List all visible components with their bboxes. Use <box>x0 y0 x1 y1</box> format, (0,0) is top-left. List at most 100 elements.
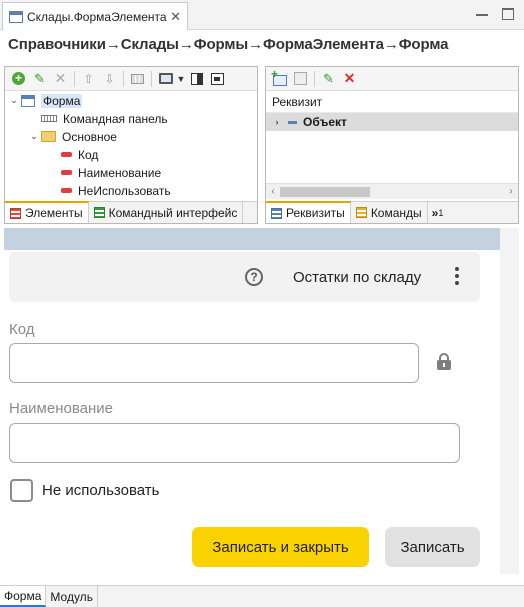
more-tabs-count: 1 <box>438 207 444 218</box>
elements-toolbar: + ✎ ✕ ⇧ ⇩ ▼ <box>5 67 257 91</box>
tab-module[interactable]: Модуль <box>46 586 98 607</box>
pencil-icon: ✎ <box>323 70 334 86</box>
edit-button[interactable]: ✎ <box>318 69 339 89</box>
toolbar-divider <box>314 70 315 87</box>
command-interface-icon <box>93 207 105 218</box>
tree-item-code[interactable]: Код <box>61 146 98 163</box>
tree-item-label: Командная панель <box>63 111 168 126</box>
chevron-down-icon[interactable]: ⌄ <box>29 131 39 142</box>
preview-vertical-scrollbar[interactable] <box>500 228 519 574</box>
tree-item-label: Основное <box>62 129 117 144</box>
command-panel-icon <box>41 115 57 122</box>
not-used-label[interactable]: Не использовать <box>42 482 159 499</box>
tree-item-form[interactable]: ⌄ Форма <box>9 92 83 109</box>
move-down-button[interactable]: ⇩ <box>99 69 120 89</box>
editor-tab-strip: Склады.ФормаЭлемента ✕ <box>0 0 524 30</box>
add-column-button[interactable] <box>269 67 290 89</box>
tab-form[interactable]: Форма <box>0 586 47 607</box>
preview-button[interactable] <box>155 69 176 89</box>
toolbar-divider <box>151 70 152 87</box>
tree-item-main-group[interactable]: ⌄ Основное <box>29 128 117 145</box>
tree-item-name[interactable]: Наименование <box>61 164 161 181</box>
delete-icon: ✕ <box>343 70 356 86</box>
requisites-panel: ✎ ✕ Реквизит › Объект ‹ › Реквизиты Кома… <box>265 66 519 224</box>
copy-button[interactable] <box>290 69 311 89</box>
requisites-toolbar: ✎ ✕ <box>266 67 518 91</box>
tree-item-not-used[interactable]: НеИспользовать <box>61 182 171 199</box>
layout-button[interactable] <box>186 69 207 89</box>
form-icon <box>21 94 35 107</box>
tab-label: Элементы <box>25 206 83 220</box>
delete-button[interactable]: ✕ <box>50 69 71 89</box>
close-icon[interactable]: ✕ <box>170 9 181 25</box>
elements-panel-tabs: Элементы Командный интерфейс <box>5 201 257 223</box>
form-preview: ? Остатки по складу Код Наименование Не … <box>4 228 500 574</box>
requisites-panel-tabs: Реквизиты Команды » 1 <box>266 201 518 223</box>
scroll-right-icon[interactable]: › <box>504 186 518 197</box>
tab-requisites[interactable]: Реквизиты <box>266 201 351 223</box>
chevron-right-icon[interactable]: › <box>272 117 282 127</box>
tab-title: Склады.ФормаЭлемента <box>27 9 167 24</box>
tree-item-command-panel[interactable]: Командная панель <box>41 110 168 127</box>
name-label: Наименование <box>9 400 113 417</box>
name-field[interactable] <box>9 423 460 463</box>
elements-tree: ⌄ Форма Командная панель ⌄ Основное Код … <box>5 91 257 200</box>
frame-icon <box>211 72 224 85</box>
lock-icon[interactable] <box>437 353 451 370</box>
more-menu-icon[interactable] <box>455 267 459 285</box>
arrow-down-icon: ⇩ <box>104 71 115 86</box>
save-button[interactable]: Записать <box>385 527 480 567</box>
elements-panel: + ✎ ✕ ⇧ ⇩ ▼ ⌄ Форма Командная панель ⌄ О… <box>4 66 258 224</box>
folder-icon <box>41 131 56 142</box>
more-tabs-icon: » <box>431 205 439 220</box>
copy-icon <box>294 72 307 85</box>
dropdown-arrow-icon: ▼ <box>176 73 186 84</box>
grid-button[interactable] <box>127 69 148 89</box>
tree-item-label: Наименование <box>78 165 162 180</box>
delete-icon: ✕ <box>54 70 67 86</box>
scrollbar-thumb[interactable] <box>280 186 370 197</box>
tab-sklady-form-element[interactable]: Склады.ФормаЭлемента ✕ <box>2 2 188 30</box>
tab-commands[interactable]: Команды <box>351 202 428 223</box>
preview-header-bar <box>4 228 500 250</box>
stock-by-warehouse-button[interactable]: Остатки по складу <box>293 269 421 286</box>
form-icon <box>9 10 23 23</box>
requisites-column-header: Реквизит <box>266 91 518 113</box>
preview-dropdown[interactable]: ▼ <box>176 69 186 89</box>
arrow-up-icon: ⇧ <box>83 71 94 86</box>
requisites-icon <box>271 207 282 219</box>
code-label: Код <box>9 321 35 338</box>
tab-command-interface[interactable]: Командный интерфейс <box>89 202 244 223</box>
add-column-icon <box>271 67 287 86</box>
elements-icon <box>10 207 21 219</box>
add-icon: + <box>12 72 25 85</box>
save-and-close-button[interactable]: Записать и закрыть <box>192 527 369 567</box>
chevron-down-icon[interactable]: ⌄ <box>9 95 19 106</box>
frame-button[interactable] <box>207 69 228 89</box>
scroll-left-icon[interactable]: ‹ <box>266 186 280 197</box>
tab-label: Команды <box>370 205 422 220</box>
pencil-icon: ✎ <box>34 70 45 86</box>
delete-button[interactable]: ✕ <box>339 69 360 89</box>
code-field[interactable] <box>9 343 419 383</box>
maximize-icon[interactable] <box>502 8 514 20</box>
add-button[interactable]: + <box>8 69 29 89</box>
minimize-icon[interactable] <box>476 8 488 16</box>
field-icon <box>61 188 72 193</box>
move-up-button[interactable]: ⇧ <box>78 69 99 89</box>
toolbar-divider <box>123 70 124 87</box>
scrollbar-track[interactable] <box>280 186 504 197</box>
tree-item-label: Форма <box>41 93 83 108</box>
requisite-row-object[interactable]: › Объект <box>266 113 518 131</box>
horizontal-scrollbar[interactable]: ‹ › <box>266 183 518 199</box>
command-bar: ? Остатки по складу <box>9 252 480 302</box>
help-icon[interactable]: ? <box>245 268 263 286</box>
not-used-checkbox[interactable] <box>10 479 33 502</box>
attribute-icon <box>288 120 297 124</box>
field-icon <box>61 152 72 157</box>
tab-label: Командный интерфейс <box>108 205 238 220</box>
tab-elements[interactable]: Элементы <box>5 201 89 223</box>
split-layout-icon <box>190 72 203 85</box>
edit-button[interactable]: ✎ <box>29 69 50 89</box>
more-tabs-button[interactable]: » 1 <box>428 202 448 223</box>
